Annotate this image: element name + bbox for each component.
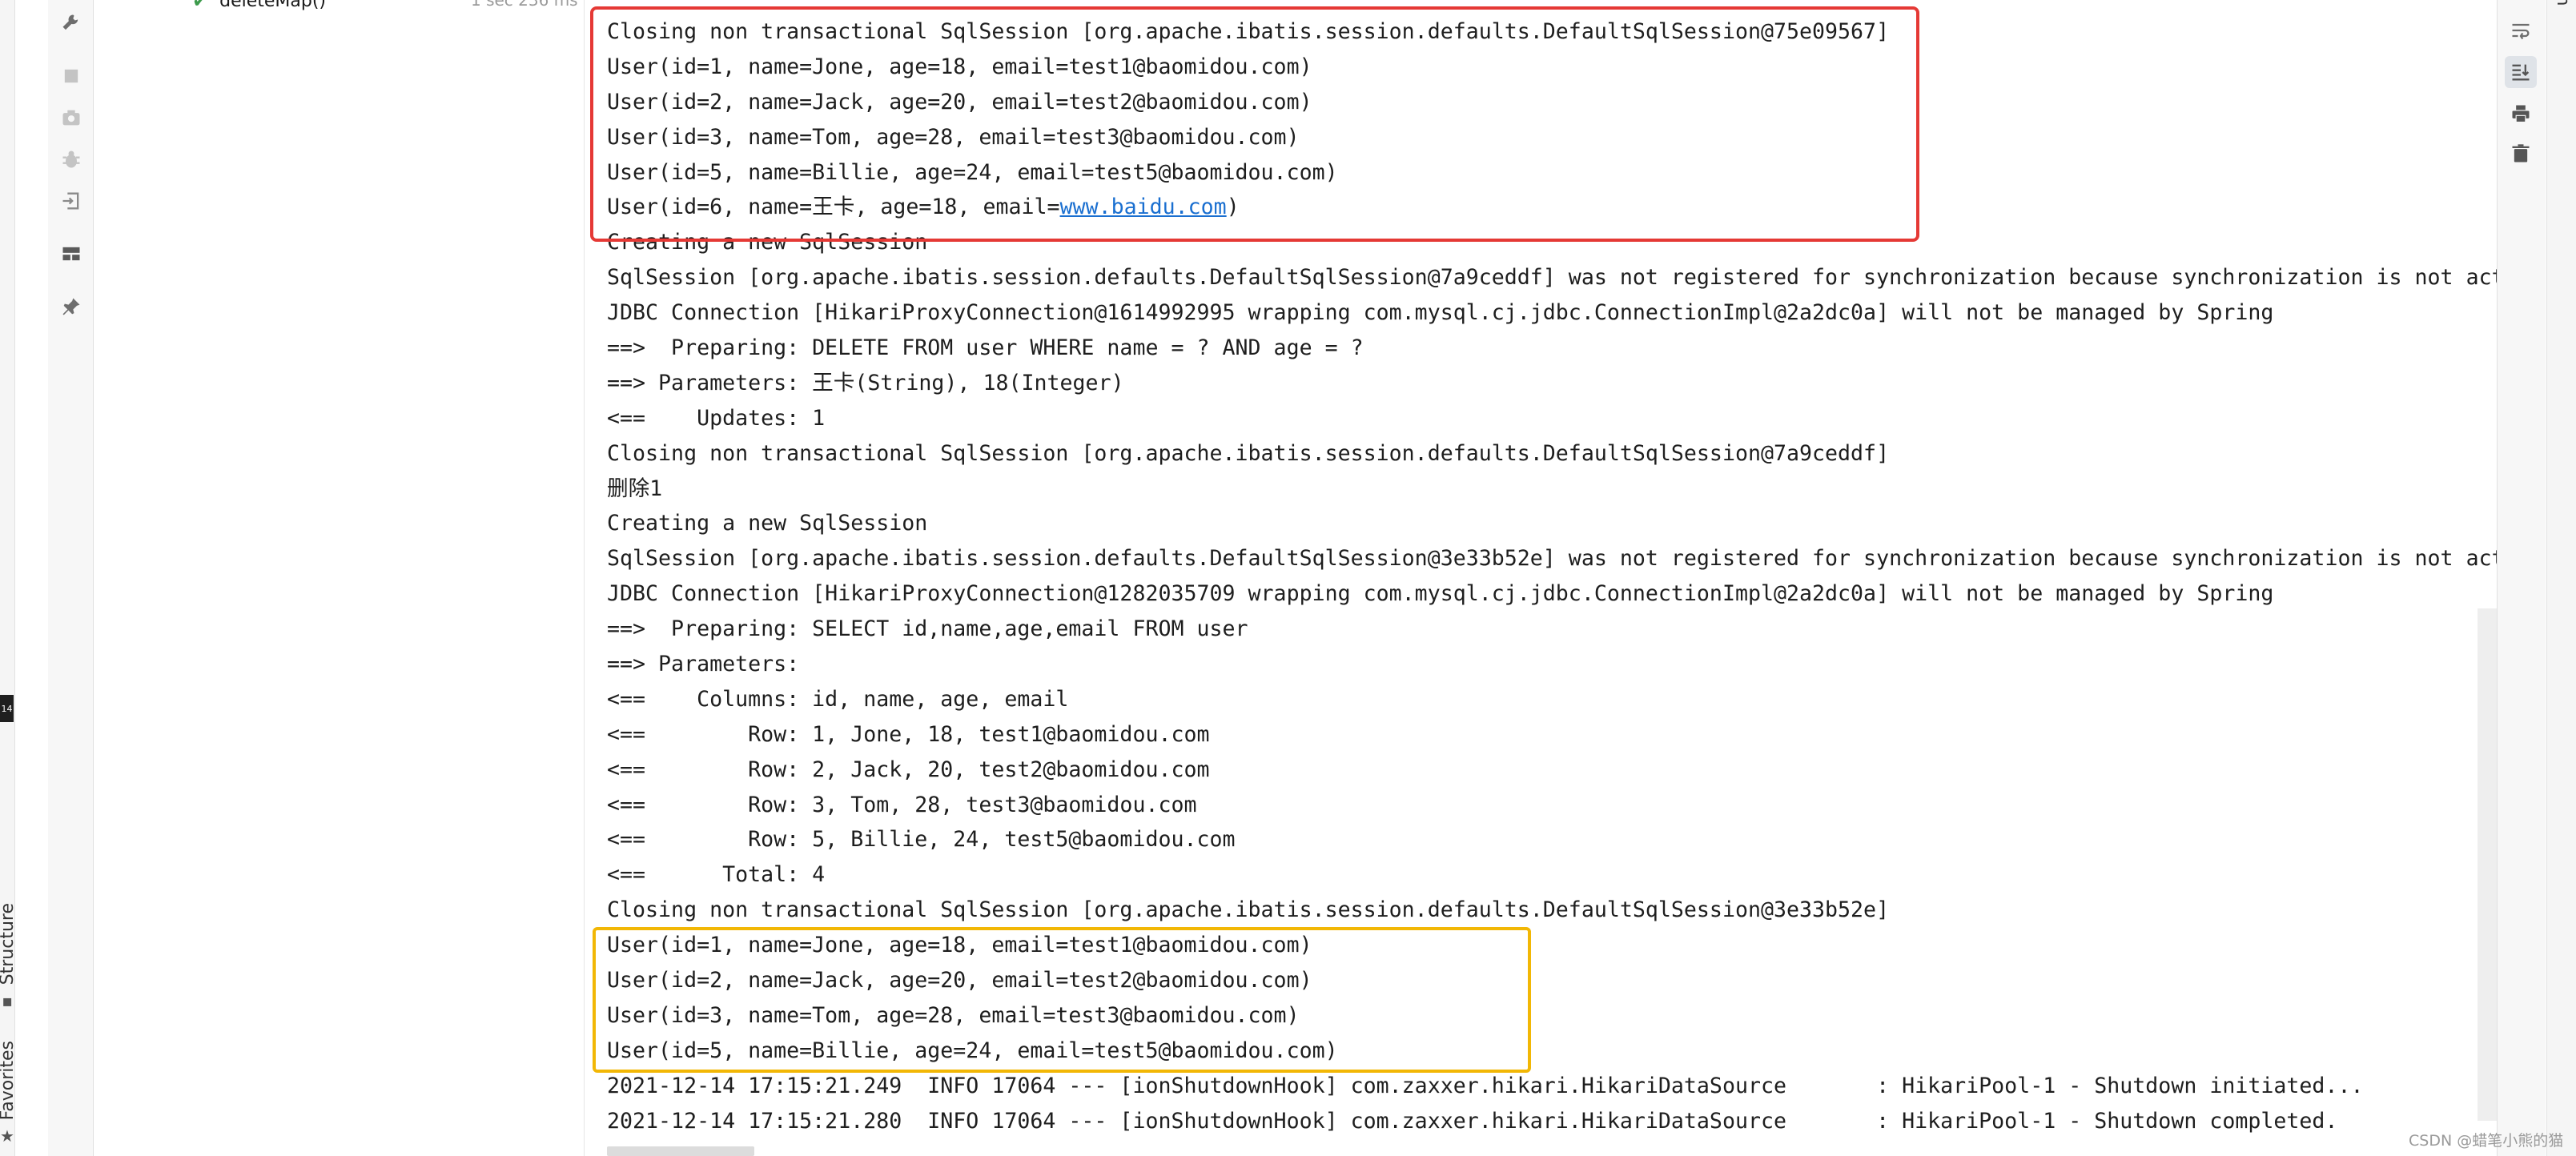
passed-check-icon: ✔: [192, 0, 209, 12]
layout-icon[interactable]: [58, 240, 85, 267]
console-line-text: SqlSession [org.apache.ibatis.session.de…: [607, 546, 2498, 572]
console-line: <== Updates: 1: [607, 401, 2498, 436]
console-line-text: Creating a new SqlSession: [607, 511, 928, 536]
console-line-text: <== Updates: 1: [607, 405, 826, 431]
console-line: JDBC Connection [HikariProxyConnection@1…: [607, 295, 2498, 331]
console-line: <== Row: 2, Jack, 20, test2@baomidou.com: [607, 753, 2498, 788]
console-line: JDBC Connection [HikariProxyConnection@1…: [607, 576, 2498, 612]
console-line-text: <== Row: 5, Billie, 24, test5@baomidou.c…: [607, 827, 1236, 853]
console-line-text: 删除1: [607, 476, 663, 501]
login-icon[interactable]: [58, 187, 85, 215]
console-line: Creating a new SqlSession: [607, 506, 2498, 541]
console-line: SqlSession [org.apache.ibatis.session.de…: [607, 260, 2498, 295]
vertical-scrollbar[interactable]: [2478, 608, 2498, 1121]
console-line: <== Row: 3, Tom, 28, test3@baomidou.com: [607, 788, 2498, 823]
console-line-text: Closing non transactional SqlSession [or…: [607, 440, 1890, 466]
console-line-text: ==> Preparing: DELETE FROM user WHERE na…: [607, 335, 1364, 361]
console-line-text: 2021-12-14 17:15:21.280 INFO 17064 --- […: [607, 1108, 2338, 1134]
favorites-tab[interactable]: Favorites ★: [0, 1041, 18, 1146]
test-name: deleteMap(): [219, 0, 327, 11]
console-line-text: ==> Parameters:: [607, 652, 813, 677]
console-line-text: JDBC Connection [HikariProxyConnection@1…: [607, 300, 2274, 326]
console-line-text: <== Columns: id, name, age, email: [607, 686, 1069, 712]
structure-icon: ▪: [2, 991, 13, 1011]
console-line-text: <== Row: 2, Jack, 20, test2@baomidou.com: [607, 757, 1210, 782]
test-duration: 1 sec 236 ms: [471, 0, 578, 10]
console-line-text: <== Row: 3, Tom, 28, test3@baomidou.com: [607, 792, 1197, 817]
bug-icon[interactable]: [58, 146, 85, 173]
run-toolbar: [48, 0, 94, 1156]
console-line: <== Columns: id, name, age, email: [607, 682, 2498, 717]
console-line: 2021-12-14 17:15:21.280 INFO 17064 --- […: [607, 1104, 2498, 1139]
structure-tab-label: Structure: [0, 903, 18, 985]
console-line: <== Row: 1, Jone, 18, test1@baomidou.com: [607, 717, 2498, 753]
console-line-text: SqlSession [org.apache.ibatis.session.de…: [607, 265, 2498, 291]
console-line: Closing non transactional SqlSession [or…: [607, 893, 2498, 928]
right-tool-window-tab[interactable]: en: [2553, 0, 2573, 6]
console-line: 删除1: [607, 472, 2498, 507]
console-line: ==> Parameters:: [607, 647, 2498, 682]
console-line: Closing non transactional SqlSession [or…: [607, 436, 2498, 472]
yellow-highlight-box: [593, 927, 1531, 1073]
console-line: ==> Preparing: DELETE FROM user WHERE na…: [607, 331, 2498, 366]
scroll-to-end-icon[interactable]: [2505, 56, 2537, 88]
favorites-tab-label: Favorites: [0, 1041, 18, 1121]
console-line-text: JDBC Connection [HikariProxyConnection@1…: [607, 581, 2274, 607]
console-line: 2021-12-14 17:15:21.249 INFO 17064 --- […: [607, 1069, 2498, 1104]
console-line-text: ==> Preparing: SELECT id,name,age,email …: [607, 616, 1248, 642]
watermark: CSDN @蜡笔小熊的猫: [2409, 1132, 2564, 1150]
console-line: <== Total: 4: [607, 857, 2498, 893]
trash-icon[interactable]: [2505, 138, 2537, 170]
pin-icon[interactable]: [58, 293, 85, 320]
console-line: <== Row: 5, Billie, 24, test5@baomidou.c…: [607, 822, 2498, 857]
console-line-text: <== Row: 1, Jone, 18, test1@baomidou.com: [607, 721, 1210, 747]
console-side-toolbar: [2497, 0, 2546, 1156]
camera-icon[interactable]: [58, 104, 85, 131]
console-line: ==> Parameters: 王卡(String), 18(Integer): [607, 366, 2498, 401]
wrench-icon[interactable]: [58, 10, 85, 37]
console-line: SqlSession [org.apache.ibatis.session.de…: [607, 541, 2498, 576]
favorites-star-icon: ★: [0, 1126, 14, 1146]
right-tool-strip: [2546, 0, 2576, 1156]
console-line: ==> Preparing: SELECT id,name,age,email …: [607, 612, 2498, 647]
console-line-text: Closing non transactional SqlSession [or…: [607, 897, 1890, 923]
console-line-text: <== Total: 4: [607, 862, 826, 888]
test-results-tree: [94, 0, 585, 1156]
console-line-text: ==> Parameters: 王卡(String), 18(Integer): [607, 370, 1124, 395]
structure-tab[interactable]: Structure ▪: [0, 903, 18, 1011]
red-highlight-box: [590, 6, 1919, 242]
left-badge: 14: [0, 695, 14, 722]
horizontal-scrollbar[interactable]: [607, 1146, 754, 1156]
test-tree-item[interactable]: ✔ deleteMap(): [192, 0, 326, 13]
print-icon[interactable]: [2505, 98, 2537, 130]
stop-icon[interactable]: [58, 62, 85, 90]
soft-wrap-icon[interactable]: [2505, 14, 2537, 46]
console-line-text: 2021-12-14 17:15:21.249 INFO 17064 --- […: [607, 1073, 2364, 1098]
